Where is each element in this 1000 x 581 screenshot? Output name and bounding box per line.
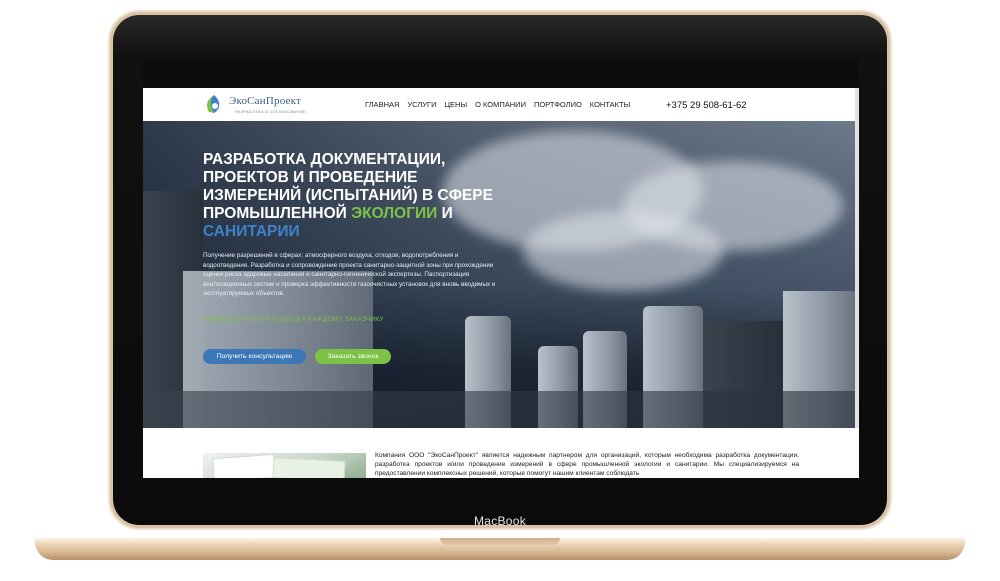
hero-title-blue: САНИТАРИИ: [203, 223, 300, 240]
main-nav: ГЛАВНАЯ УСЛУГИ ЦЕНЫ О КОМПАНИИ ПОРТФОЛИО…: [365, 100, 630, 109]
nav-item-portfolio[interactable]: ПОРТФОЛИО: [534, 100, 582, 109]
nav-item-contacts[interactable]: КОНТАКТЫ: [590, 100, 630, 109]
phone-number[interactable]: +375 29 508-61-62: [666, 100, 747, 111]
nav-item-prices[interactable]: ЦЕНЫ: [444, 100, 467, 109]
cloud-shape: [523, 211, 723, 291]
hero-title-and: И: [437, 205, 453, 222]
plant-ground: [143, 391, 855, 428]
nav-item-home[interactable]: ГЛАВНАЯ: [365, 100, 399, 109]
laptop-notch: [440, 538, 560, 545]
about-section: Компания ООО "ЭкоСанПроект" является над…: [143, 428, 859, 478]
logo-text[interactable]: ЭкоСанПроект: [229, 95, 301, 107]
documents-image: [203, 453, 366, 478]
laptop-screen: ЭкоСанПроект РАЗРАБОТКА И СОГЛАСОВАНИЕ Г…: [143, 58, 859, 478]
hero-description: Получение разрешений в сферах: атмосферн…: [203, 252, 496, 298]
hero-tagline: ИНДИВИДУАЛЬНЫЙ ПОДХОД К КАЖДОМУ ЗАКАЗЧИК…: [203, 316, 384, 323]
page-scrollbar[interactable]: [855, 88, 859, 428]
leaf-drop-icon[interactable]: [203, 93, 225, 115]
nav-item-about[interactable]: О КОМПАНИИ: [475, 100, 526, 109]
hero-title: РАЗРАБОТКА ДОКУМЕНТАЦИИ, ПРОЕКТОВ И ПРОВ…: [203, 151, 503, 241]
site-header: ЭкоСанПроект РАЗРАБОТКА И СОГЛАСОВАНИЕ Г…: [143, 88, 859, 121]
about-text: Компания ООО "ЭкоСанПроект" является над…: [375, 452, 799, 477]
logo-subtitle: РАЗРАБОТКА И СОГЛАСОВАНИЕ: [235, 109, 306, 114]
order-call-button[interactable]: Заказать звонок: [315, 349, 391, 364]
get-consultation-button[interactable]: Получить консультацию: [203, 349, 306, 364]
hero-section: РАЗРАБОТКА ДОКУМЕНТАЦИИ, ПРОЕКТОВ И ПРОВ…: [143, 121, 855, 428]
device-label: MacBook: [473, 514, 527, 528]
document-sheet: [272, 457, 346, 478]
hero-title-green: ЭКОЛОГИИ: [351, 205, 438, 222]
nav-item-services[interactable]: УСЛУГИ: [407, 100, 436, 109]
document-sheet: [212, 453, 276, 478]
